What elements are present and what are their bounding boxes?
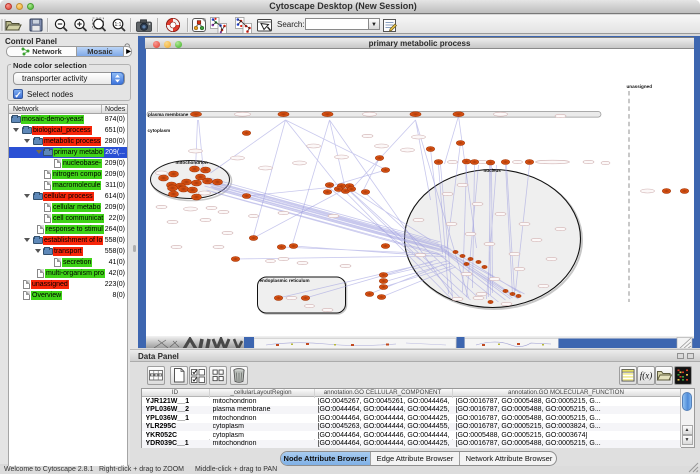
svg-text:cytoplasm: cytoplasm [147,128,170,133]
svg-text:endoplasmic reticulum: endoplasmic reticulum [259,278,309,283]
svg-text:nucleus: nucleus [483,168,501,173]
svg-text:mitochondrion: mitochondrion [175,160,207,165]
svg-text:1:1: 1:1 [115,22,122,28]
svg-text:plasma membrane: plasma membrane [148,112,189,117]
svg-text:f(x): f(x) [640,371,653,381]
svg-text:unassigned: unassigned [626,84,652,89]
